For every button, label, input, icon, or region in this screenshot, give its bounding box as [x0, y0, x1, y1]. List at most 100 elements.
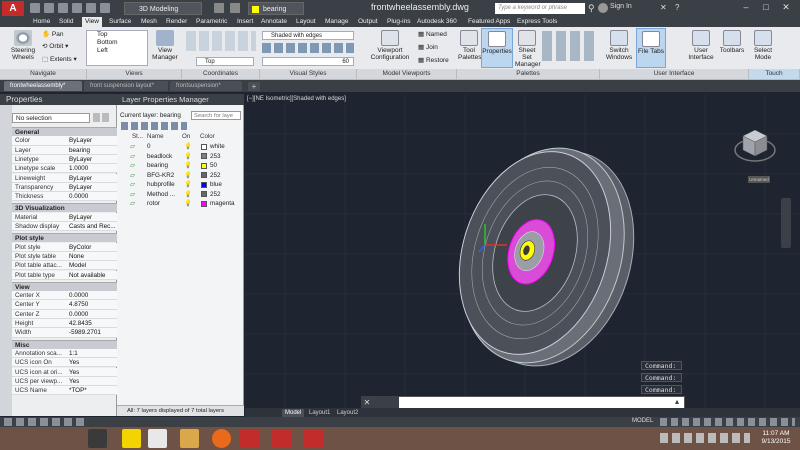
tool-palettes-button[interactable]: Tool Palettes	[458, 30, 482, 61]
properties-sidebar[interactable]	[0, 105, 12, 416]
layer-name[interactable]: Method ...	[147, 190, 175, 199]
join-button[interactable]: ▦ Join	[418, 44, 438, 52]
on-column-header[interactable]: On	[182, 133, 190, 140]
property-row[interactable]: Linetype scale 1.0000	[12, 164, 117, 174]
close-icon[interactable]: ✕	[776, 0, 796, 15]
property-row[interactable]: UCS per viewp... Yes	[12, 376, 117, 387]
property-value[interactable]: ByColor	[69, 243, 116, 252]
layer-color-swatch[interactable]	[201, 162, 207, 169]
property-value[interactable]: Yes	[69, 358, 116, 367]
tab-layout[interactable]: Layout	[293, 17, 319, 27]
tab-output[interactable]: Output	[355, 17, 381, 27]
system-clock[interactable]: 11:07 AM 9/13/2015	[754, 430, 798, 446]
tab-mesh[interactable]: Mesh	[138, 17, 160, 27]
layer-status-icon[interactable]: ▱	[130, 142, 135, 151]
layer-manager-title[interactable]: Layer Properties Manager	[117, 94, 244, 105]
minimize-icon[interactable]: –	[736, 0, 756, 15]
layer-row[interactable]: ▱ bearing 💡 50	[122, 161, 242, 170]
property-value[interactable]: -5989.2701	[69, 328, 116, 337]
properties-section-header[interactable]: Misc	[12, 339, 117, 349]
saveas-icon[interactable]	[72, 3, 82, 13]
property-value[interactable]: Yes	[69, 377, 116, 386]
property-value[interactable]: ByLayer	[69, 136, 116, 145]
layer-row[interactable]: ▱ 0 💡 white	[122, 142, 242, 151]
layer-on-icon[interactable]: 💡	[184, 171, 192, 180]
properties-section-header[interactable]: View	[12, 281, 117, 291]
user-interface-panel-title[interactable]: User Interface	[600, 69, 749, 79]
properties-title[interactable]: Properties	[0, 94, 117, 105]
property-value[interactable]: ByLayer	[69, 174, 116, 183]
steering-wheels-button[interactable]: Steering Wheels	[6, 30, 40, 61]
property-value[interactable]: ByLayer	[69, 213, 116, 222]
file-tab-frontsuspension[interactable]: frontsuspension*	[170, 81, 242, 91]
plot-icon[interactable]	[86, 3, 96, 13]
property-row[interactable]: Thickness 0.0000	[12, 192, 117, 202]
ucs-tools-icon[interactable]	[186, 31, 256, 51]
property-row[interactable]: Annotation sca... 1:1	[12, 348, 117, 359]
taskbar-firefox-icon[interactable]	[212, 429, 231, 448]
layer-on-icon[interactable]: 💡	[184, 190, 192, 199]
ucs-menu[interactable]: Unnamed	[748, 176, 770, 183]
file-tab-frontwheelassembly[interactable]: frontwheelassembly*	[4, 81, 82, 91]
property-row[interactable]: Color ByLayer	[12, 136, 117, 146]
taskbar-autocad-icon[interactable]	[304, 429, 323, 448]
tab-plug-ins[interactable]: Plug-ins	[384, 17, 413, 27]
exchange-icon[interactable]: ✕	[660, 3, 667, 12]
layer-name[interactable]: rotor	[147, 199, 160, 208]
layer-color-name[interactable]: 253	[210, 152, 221, 161]
taskbar-document-icon[interactable]	[148, 429, 167, 448]
property-value[interactable]: 0.0000	[69, 192, 116, 201]
layer-color-name[interactable]: magenta	[210, 199, 235, 208]
property-row[interactable]: Shadow display Casts and Rec...	[12, 222, 117, 232]
sheet-set-manager-button[interactable]: Sheet Set Manager	[515, 30, 541, 68]
view-left[interactable]: Left	[87, 47, 147, 55]
layer-name[interactable]: 0	[147, 142, 151, 151]
model-space-button[interactable]: MODEL	[632, 418, 653, 424]
property-row[interactable]: UCS icon On Yes	[12, 358, 117, 368]
layer-on-icon[interactable]: 💡	[184, 152, 192, 161]
status-column-header[interactable]: St...	[132, 133, 143, 140]
layer-status-icon[interactable]: ▱	[130, 190, 135, 199]
layer-row[interactable]: ▱ beadlock 💡 253	[122, 152, 242, 161]
model-viewport[interactable]	[245, 94, 800, 408]
property-row[interactable]: Height 42.8435	[12, 319, 117, 329]
property-value[interactable]: bearing	[69, 146, 116, 155]
color-column-header[interactable]: Color	[200, 133, 215, 140]
tab-home[interactable]: Home	[30, 17, 53, 27]
workspace-icon[interactable]	[214, 3, 224, 13]
named-button[interactable]: ▦ Named	[418, 31, 447, 39]
user-interface-button[interactable]: User Interface	[686, 30, 716, 61]
navigation-bar[interactable]	[781, 198, 791, 248]
visual-style-select[interactable]: Shaded with edges	[262, 31, 354, 40]
layer-on-icon[interactable]: 💡	[184, 142, 192, 151]
tab-insert[interactable]: Insert	[234, 17, 256, 27]
undo-icon[interactable]	[100, 3, 110, 13]
tab-autodesk-360[interactable]: Autodesk 360	[414, 17, 460, 27]
tab-layout2[interactable]: Layout2	[334, 409, 361, 417]
selection-select[interactable]: No selection	[12, 113, 90, 123]
layer-name[interactable]: bearing	[147, 161, 168, 170]
property-value[interactable]: ByLayer	[69, 183, 116, 192]
layer-color-swatch[interactable]	[201, 143, 207, 150]
view-bottom[interactable]: Bottom	[87, 39, 147, 47]
tab-model[interactable]: Model	[282, 409, 305, 417]
tab-render[interactable]: Render	[163, 17, 190, 27]
layer-name[interactable]: BFG-KR2	[147, 171, 174, 180]
viewport-controls-label[interactable]: [−][NE Isometric][Shaded with edges]	[247, 96, 346, 102]
command-dropdown-icon[interactable]: ▴	[675, 397, 679, 406]
viewcube-icon[interactable]	[733, 124, 778, 169]
model-viewports-panel-title[interactable]: Model Viewports	[357, 69, 457, 79]
property-row[interactable]: Center Y 4.8750	[12, 300, 117, 310]
taskbar-autocad-icon[interactable]	[240, 429, 259, 448]
views-list[interactable]: Top Bottom Left	[86, 30, 148, 66]
tab-express-tools[interactable]: Express Tools	[514, 17, 560, 27]
maximize-icon[interactable]: □	[756, 0, 776, 15]
layer-icon[interactable]	[230, 3, 240, 13]
layer-select[interactable]: bearing	[248, 2, 304, 15]
layer-color-name[interactable]: 252	[210, 190, 221, 199]
system-tray-icons[interactable]	[660, 433, 750, 443]
layer-on-icon[interactable]: 💡	[184, 180, 192, 189]
layer-tools-icon[interactable]	[121, 122, 187, 130]
visual-styles-panel-title[interactable]: Visual Styles	[260, 69, 357, 79]
properties-section-header[interactable]: 3D Visualization	[12, 203, 117, 213]
